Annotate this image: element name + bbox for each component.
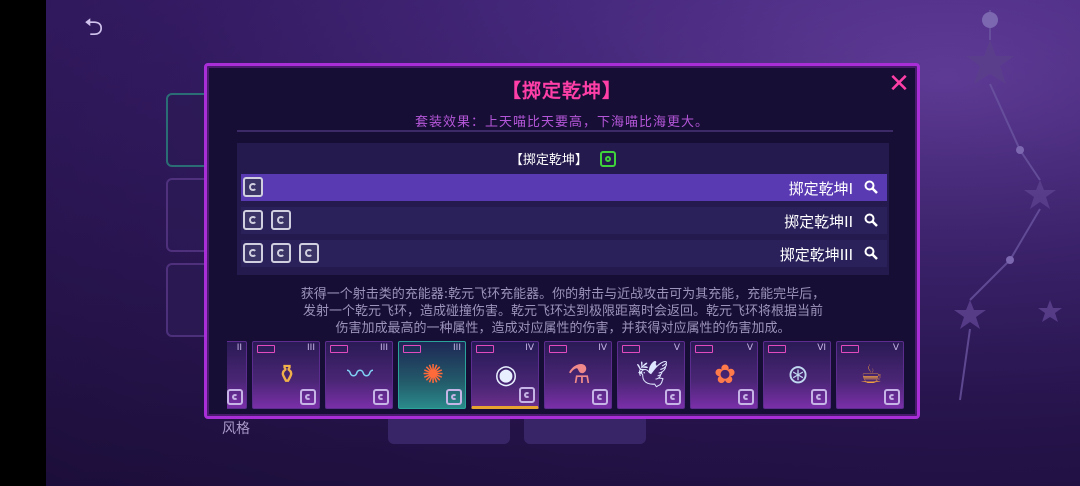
- card-tier: II: [236, 343, 242, 353]
- tier-row-2[interactable]: 掷定乾坤II: [241, 207, 887, 234]
- tier-row-3[interactable]: 掷定乾坤III: [241, 240, 887, 267]
- spiral-icon: [300, 389, 316, 405]
- magnify-icon[interactable]: [863, 179, 879, 195]
- description-line: 发射一个乾元飞环，造成碰撞伤害。乾元飞环达到极限距离时会返回。乾元飞环将根据当前: [302, 304, 823, 319]
- spiral-icon: [665, 389, 681, 405]
- card-tag-icon: [549, 345, 567, 353]
- constellation-decoration: [954, 10, 1062, 401]
- weapon-card[interactable]: V ✿: [690, 341, 758, 409]
- potion-lamp-icon: ⚱: [276, 360, 298, 390]
- weapon-card[interactable]: IV ⚗: [544, 341, 612, 409]
- weapon-card[interactable]: III ⚱: [252, 341, 320, 409]
- teapot-icon: ☕: [859, 360, 883, 390]
- magnify-icon[interactable]: [863, 212, 879, 228]
- spiral-icon: [271, 243, 291, 263]
- card-tier: IV: [525, 343, 534, 353]
- spiral-icon: [299, 243, 319, 263]
- set-header-label: 【掷定乾坤】: [509, 153, 588, 168]
- card-tier: V: [673, 343, 680, 353]
- tier-label: 掷定乾坤I: [788, 180, 853, 198]
- spiral-icon: [243, 243, 263, 263]
- spiral-icon: [884, 389, 900, 405]
- spiral-icon: [738, 389, 754, 405]
- scythe-icon: ☾: [227, 358, 234, 392]
- weapon-card[interactable]: III ✺: [398, 341, 466, 409]
- jar-icon: ⚗: [567, 360, 591, 390]
- description-line: 伤害加成最高的一种属性，造成对应属性的伤害，并获得对应属性的伤害加成。: [335, 321, 791, 336]
- spiral-icon: [519, 387, 535, 403]
- feather-icon: 〰: [346, 360, 373, 390]
- spiral-icon: [811, 389, 827, 405]
- tier-icons: [243, 210, 299, 231]
- card-tier: III: [380, 343, 388, 353]
- spiral-icon: [243, 177, 263, 197]
- fire-bloom-icon: ✺: [422, 360, 444, 390]
- card-tier: VI: [817, 343, 826, 353]
- close-icon[interactable]: ✕: [885, 70, 913, 98]
- card-tag-icon: [768, 345, 786, 353]
- spiral-icon: [373, 389, 389, 405]
- card-tier: V: [746, 343, 753, 353]
- weapon-card[interactable]: IV ◉: [471, 341, 539, 409]
- spiral-icon: [271, 210, 291, 230]
- card-tag-icon: [622, 345, 640, 353]
- back-arrow-icon[interactable]: ⮌: [84, 14, 118, 40]
- cannon-icon: ⊛: [787, 360, 809, 390]
- card-tag-icon: [695, 345, 713, 353]
- set-active-icon: [600, 150, 617, 167]
- card-tag-icon: [403, 345, 421, 353]
- spiral-icon: [446, 389, 462, 405]
- set-effect-text: 套装效果：上天喵比天要高，下海喵比海更大。: [414, 115, 709, 130]
- spiral-icon: [592, 389, 608, 405]
- screen-edge: [0, 0, 46, 486]
- tier-icons: [243, 243, 327, 264]
- magnify-icon[interactable]: [863, 245, 879, 261]
- spiral-icon: [243, 210, 263, 230]
- card-tier: IV: [598, 343, 607, 353]
- card-tier: III: [453, 343, 461, 353]
- weapon-card[interactable]: II☾: [227, 341, 247, 409]
- tier-row-1[interactable]: 掷定乾坤I: [241, 174, 887, 201]
- fan-icon: ✿: [714, 360, 736, 390]
- weapon-card[interactable]: V ☕: [836, 341, 904, 409]
- style-label: 风格: [222, 421, 250, 437]
- divider: [237, 130, 893, 132]
- weapon-card[interactable]: III 〰: [325, 341, 393, 409]
- card-tag-icon: [841, 345, 859, 353]
- weapon-card[interactable]: VI ⊛: [763, 341, 831, 409]
- card-tag-icon: [330, 345, 348, 353]
- card-tag-icon: [476, 345, 494, 353]
- tier-icons: [243, 177, 271, 198]
- set-description: 获得一个射击类的充能器:乾元飞环充能器。你的射击与近战攻击可为其充能，充能完毕后…: [237, 286, 889, 344]
- set-tier-panel: 【掷定乾坤】 掷定乾坤I 掷定乾坤II 掷定乾坤III: [237, 143, 889, 275]
- tier-label: 掷定乾坤III: [779, 246, 853, 264]
- weapon-strip: II☾III⚱III〰III✺IV◉IV⚗V🕊V✿VI⊛V☕: [227, 341, 907, 411]
- bird-icon: 🕊: [635, 360, 669, 390]
- spiral-icon: [227, 389, 243, 405]
- set-bonus-modal: 【掷定乾坤】 ✕ 套装效果：上天喵比天要高，下海喵比海更大。 【掷定乾坤】 掷定…: [204, 63, 920, 419]
- description-line: 获得一个射击类的充能器:乾元飞环充能器。你的射击与近战攻击可为其充能，充能完毕后…: [300, 287, 826, 302]
- card-tier: III: [307, 343, 315, 353]
- card-tier: V: [892, 343, 899, 353]
- card-tag-icon: [257, 345, 275, 353]
- tier-label: 掷定乾坤II: [784, 213, 853, 231]
- weapon-card[interactable]: V 🕊: [617, 341, 685, 409]
- set-header: 【掷定乾坤】: [237, 149, 889, 168]
- modal-title: 【掷定乾坤】: [501, 80, 622, 102]
